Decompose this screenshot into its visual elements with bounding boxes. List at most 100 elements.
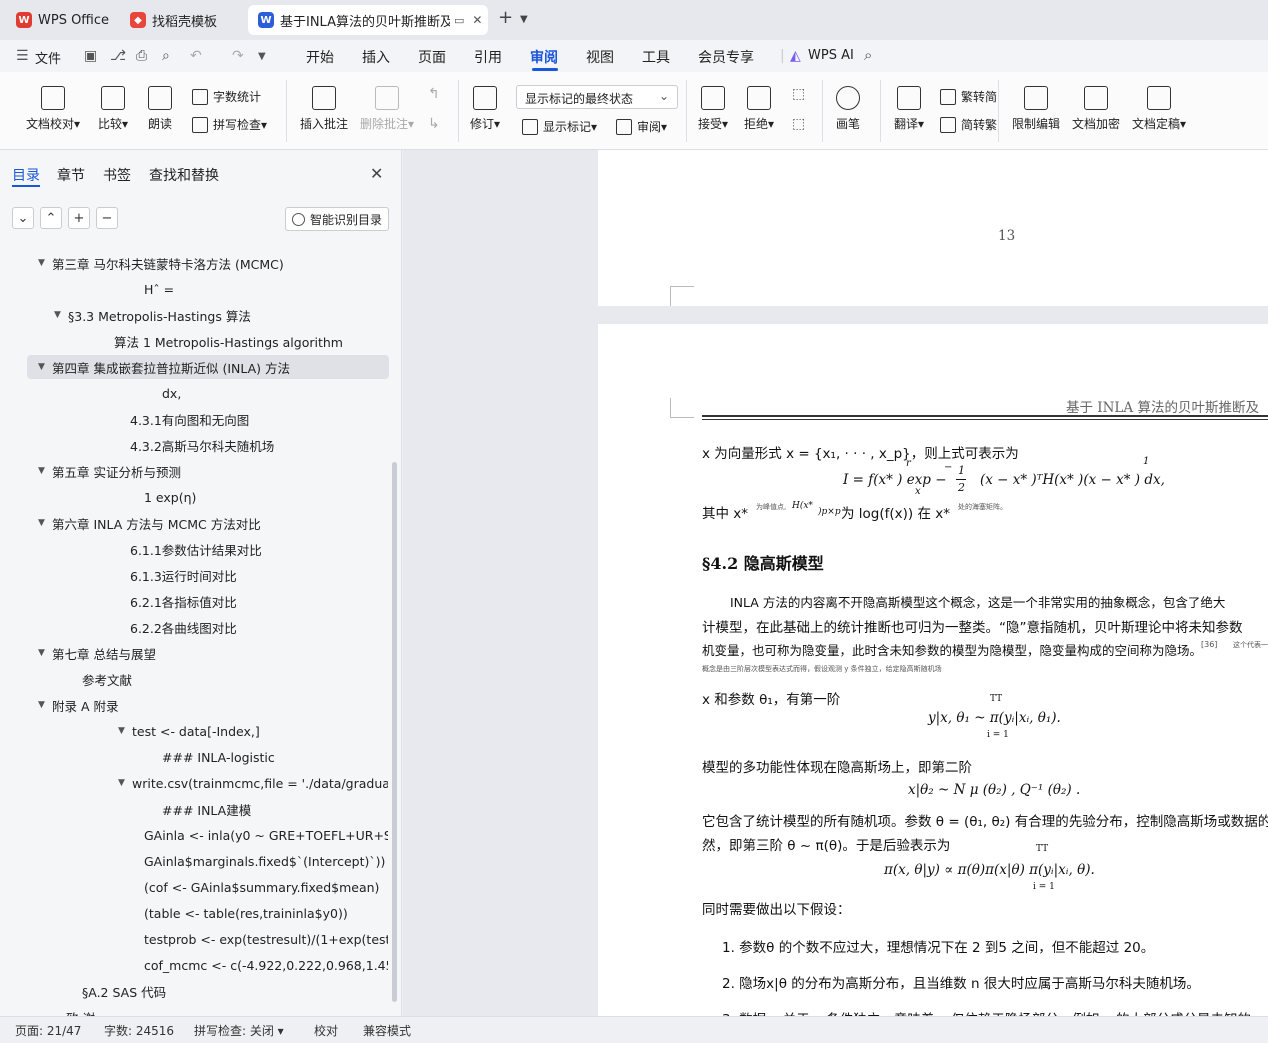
toc-item[interactable]: ▼ 第六章 INLA 方法与 MCMC 方法对比 — [38, 511, 388, 535]
menu-file[interactable]: 文件 — [35, 48, 61, 67]
insert-comment-button[interactable]: 插入批注 — [300, 86, 348, 132]
toc-item[interactable]: 6.1.1参数估计结果对比 — [116, 537, 388, 561]
expand-arrow-icon[interactable]: ▼ — [118, 726, 132, 736]
toc-item[interactable]: 致 谢 — [52, 1005, 388, 1017]
toc-item[interactable]: ▼ 第四章 集成嵌套拉普拉斯近似 (INLA) 方法 — [27, 355, 389, 379]
tab-find-replace[interactable]: 查找和替换 — [149, 165, 219, 185]
screen-icon[interactable]: ▭ — [454, 14, 464, 27]
tab-toc[interactable]: 目录 — [12, 165, 40, 185]
menu-start[interactable]: 开始 — [306, 47, 334, 67]
tab-chapters[interactable]: 章节 — [57, 165, 85, 185]
tab-bookmarks[interactable]: 书签 — [103, 165, 131, 185]
compare-button[interactable]: 比较▾ — [98, 86, 128, 132]
undo-icon[interactable]: ↶ — [190, 48, 202, 64]
read-aloud-button[interactable]: 朗读 — [148, 86, 172, 132]
review-pane-button[interactable]: 审阅 ▾ — [616, 118, 667, 135]
collapse-button[interactable]: ⌄ — [12, 207, 34, 229]
word-count-indicator[interactable]: 字数: 24516 — [104, 1022, 174, 1039]
tab-document[interactable]: W 基于INLA算法的贝叶斯推断及 ▭ ✕ — [248, 5, 488, 35]
print-preview-icon[interactable]: ⌕ — [162, 48, 170, 64]
toc-item[interactable]: testprob <- exp(testresult)/(1+exp(testr… — [130, 927, 388, 951]
toc-item[interactable]: (cof <- GAinla$summary.fixed$mean) — [130, 875, 388, 899]
toc-item[interactable]: 4.3.2高斯马尔科夫随机场 — [116, 433, 388, 457]
demote-button[interactable]: − — [96, 207, 118, 229]
restrict-edit-button[interactable]: 限制编辑 — [1012, 86, 1060, 132]
toc-item[interactable]: ▼ 第七章 总结与展望 — [38, 641, 388, 665]
tab-template[interactable]: ◆ 找稻壳模板 — [120, 5, 240, 35]
toc-item[interactable]: ▼ write.csv(trainmcmc,file = './data/grad… — [118, 771, 388, 795]
prev-comment-icon[interactable]: ↰ — [428, 86, 440, 102]
search-icon[interactable]: ⌕ — [864, 46, 872, 64]
prev-change-icon[interactable]: ⬚ — [792, 86, 805, 102]
finalize-button[interactable]: 文档定稿▾ — [1132, 86, 1186, 132]
smart-toc-button[interactable]: 智能识别目录 — [285, 207, 389, 231]
toc-item[interactable]: cof_mcmc <- c(-4.922,0.222,0.968,1.456,-… — [130, 953, 388, 977]
expand-arrow-icon[interactable]: ▼ — [38, 466, 52, 476]
expand-arrow-icon[interactable]: ▼ — [38, 258, 52, 268]
close-icon[interactable]: ✕ — [370, 164, 383, 183]
ink-button[interactable]: 画笔 — [836, 86, 860, 132]
expand-arrow-icon[interactable]: ▼ — [118, 778, 132, 788]
expand-arrow-icon[interactable]: ▼ — [38, 648, 52, 658]
encrypt-button[interactable]: 文档加密 — [1072, 86, 1120, 132]
toc-item[interactable]: 参考文献 — [68, 667, 388, 691]
word-count-button[interactable]: 字数统计 — [192, 88, 261, 105]
new-tab-button[interactable]: + — [498, 7, 513, 28]
expand-arrow-icon[interactable]: ▼ — [38, 518, 52, 528]
expand-button[interactable]: ⌃ — [40, 207, 62, 229]
toc-item[interactable]: (table <- table(res,traininla$y0)) — [130, 901, 388, 925]
compat-mode-indicator[interactable]: 兼容模式 — [363, 1022, 411, 1039]
spell-check-indicator[interactable]: 拼写检查: 关闭 ▾ — [194, 1022, 284, 1039]
expand-arrow-icon[interactable]: ▼ — [54, 310, 68, 320]
toc-item[interactable]: 6.2.2各曲线图对比 — [116, 615, 388, 639]
menu-review[interactable]: 审阅 — [530, 47, 558, 67]
spell-check-button[interactable]: 拼写检查 ▾ — [192, 116, 267, 133]
toc-scrollbar[interactable] — [392, 462, 397, 1002]
menu-reference[interactable]: 引用 — [474, 47, 502, 67]
toc-item[interactable]: ### INLA-logistic — [148, 745, 388, 769]
tab-list-chevron-icon[interactable]: ▼ — [520, 14, 528, 25]
page-indicator[interactable]: 页面: 21/47 — [15, 1022, 81, 1039]
translate-button[interactable]: 翻译▾ — [894, 86, 924, 132]
trad-to-simp-button[interactable]: 繁转简 — [940, 88, 997, 105]
toc-item[interactable]: ▼ 第三章 马尔科夫链蒙特卡洛方法 (MCMC) — [38, 251, 388, 275]
toc-item[interactable]: 算法 1 Metropolis-Hastings algorithm — [100, 329, 388, 353]
document-canvas[interactable]: 13 基于 INLA 算法的贝叶斯推断及 x 为向量形式 x = {x₁, · … — [403, 150, 1268, 1016]
expand-arrow-icon[interactable]: ▼ — [38, 362, 52, 372]
toc-item[interactable]: 4.3.1有向图和无向图 — [116, 407, 388, 431]
delete-comment-button[interactable]: 删除批注▾ — [360, 86, 414, 132]
menu-page[interactable]: 页面 — [418, 47, 446, 67]
menu-view[interactable]: 视图 — [586, 47, 614, 67]
hamburger-icon[interactable]: ☰ — [16, 48, 29, 64]
accept-button[interactable]: 接受▾ — [698, 86, 728, 132]
menu-member[interactable]: 会员专享 — [698, 47, 754, 67]
toc-item[interactable]: GAinla <- inla(y0 ~ GRE+TOEFL+UR+SO ... — [130, 823, 388, 847]
markup-state-select[interactable]: 显示标记的最终状态 ⌄ — [516, 85, 678, 109]
menu-insert[interactable]: 插入 — [362, 47, 390, 67]
next-comment-icon[interactable]: ↳ — [428, 116, 440, 132]
toc-item[interactable]: 6.2.1各指标值对比 — [116, 589, 388, 613]
revise-button[interactable]: 修订▾ — [470, 86, 500, 132]
menu-tools[interactable]: 工具 — [642, 47, 670, 67]
toc-item[interactable]: ### INLA建模 — [148, 797, 388, 821]
share-icon[interactable]: ⎇ — [110, 48, 126, 64]
simp-to-trad-button[interactable]: 简转繁 — [940, 116, 997, 133]
toc-item[interactable]: §A.2 SAS 代码 — [68, 979, 388, 1003]
toc-item[interactable]: ▼ 附录 A 附录 — [38, 693, 388, 717]
toc-item[interactable]: dx, — [148, 381, 388, 405]
next-change-icon[interactable]: ⬚ — [792, 116, 805, 132]
close-tab-icon[interactable]: ✕ — [472, 13, 482, 27]
toc-item[interactable]: 1 exp(η) — [130, 485, 388, 509]
menu-wps-ai[interactable]: WPS AI — [808, 48, 854, 63]
proof-indicator[interactable]: 校对 — [314, 1022, 338, 1039]
toc-item[interactable]: ▼ test <- data[-Index,] — [118, 719, 388, 743]
tab-wps-office[interactable]: W WPS Office — [6, 5, 112, 35]
show-markup-button[interactable]: 显示标记 ▾ — [522, 118, 597, 135]
reject-button[interactable]: 拒绝▾ — [744, 86, 774, 132]
toc-item[interactable]: Hˆ = — [130, 277, 388, 301]
toc-item[interactable]: GAinla$marginals.fixed$`(Intercept)`)) — [130, 849, 388, 873]
toc-item[interactable]: 6.1.3运行时间对比 — [116, 563, 388, 587]
print-icon[interactable]: ⎙ — [136, 48, 147, 64]
expand-arrow-icon[interactable]: ▼ — [38, 700, 52, 710]
more-chevron-icon[interactable]: ▼ — [258, 51, 266, 62]
